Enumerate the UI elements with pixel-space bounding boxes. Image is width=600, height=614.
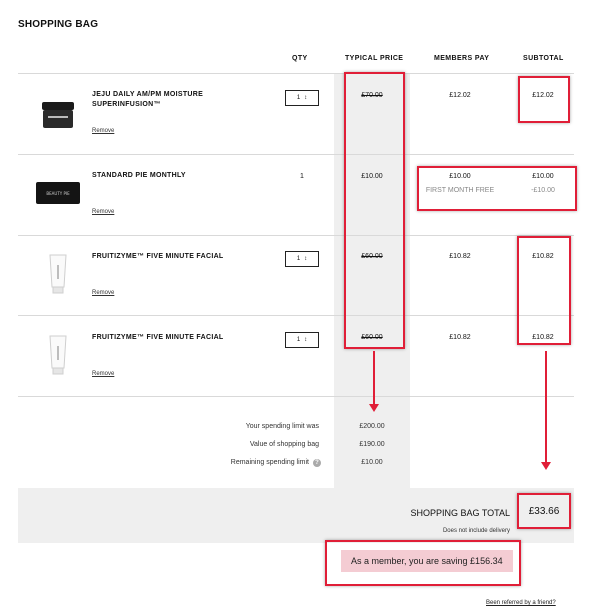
remove-link[interactable]: Remove	[92, 290, 114, 296]
divider	[18, 154, 574, 155]
stepper-arrows-icon: ↕	[304, 95, 308, 101]
info-icon[interactable]: ?	[313, 459, 321, 467]
remaining-limit-value: £10.00	[361, 459, 383, 466]
divider	[18, 315, 574, 316]
arrow-head-icon	[541, 462, 551, 470]
col-members-pay-header: MEMBERS PAY	[434, 55, 490, 62]
referral-link[interactable]: Been referred by a friend?	[486, 600, 556, 606]
highlight-first-month	[417, 166, 577, 211]
divider	[18, 396, 574, 397]
delivery-note: Does not include delivery	[442, 528, 510, 534]
box-brand-text: BEAUTY PIE	[46, 191, 70, 196]
arrow-down-icon	[373, 351, 375, 406]
divider	[18, 235, 574, 236]
product-image-jar[interactable]	[36, 85, 80, 145]
stepper-arrows-icon: ↕	[304, 256, 308, 262]
bag-value: £190.00	[359, 441, 385, 448]
product-image-tube[interactable]	[36, 325, 80, 385]
quantity-stepper[interactable]: 1 ↕	[285, 332, 319, 348]
product-name[interactable]: JEJU DAILY AM/PM MOISTURE SUPERINFUSION™	[92, 90, 232, 110]
members-price: £10.82	[449, 253, 471, 260]
remove-link[interactable]: Remove	[92, 371, 114, 377]
divider	[18, 73, 574, 74]
qty-value: 1	[296, 337, 301, 343]
jar-image	[42, 102, 74, 128]
page-title: SHOPPING BAG	[18, 19, 99, 30]
box-image: BEAUTY PIE	[36, 182, 80, 204]
remaining-limit-label: Remaining spending limit	[230, 459, 309, 466]
bag-value-label: Value of shopping bag	[249, 441, 319, 448]
tube-image	[49, 335, 67, 375]
remove-link[interactable]: Remove	[92, 209, 114, 215]
spending-limit-label: Your spending limit was	[245, 423, 319, 430]
highlight-saving	[325, 540, 521, 586]
qty-value: 1	[296, 95, 301, 101]
highlight-subtotals	[517, 236, 571, 345]
highlight-subtotal-item1	[518, 76, 570, 123]
members-price: £10.82	[449, 334, 471, 341]
stepper-arrows-icon: ↕	[304, 337, 308, 343]
product-image-tube[interactable]	[36, 244, 80, 304]
spending-limit-value: £200.00	[359, 423, 385, 430]
highlight-typical-price	[344, 72, 405, 349]
product-name[interactable]: FRUITIZYME™ FIVE MINUTE FACIAL	[92, 333, 232, 343]
arrow-down-icon	[545, 351, 547, 463]
qty-value: 1	[296, 256, 301, 262]
col-subtotal-header: SUBTOTAL	[523, 55, 564, 62]
product-image-box[interactable]: BEAUTY PIE	[34, 163, 82, 223]
quantity-stepper[interactable]: 1 ↕	[285, 251, 319, 267]
bag-total-label: SHOPPING BAG TOTAL	[410, 508, 510, 518]
col-typical-price-header: TYPICAL PRICE	[345, 55, 404, 62]
product-name[interactable]: FRUITIZYME™ FIVE MINUTE FACIAL	[92, 252, 232, 262]
col-qty-header: QTY	[292, 55, 308, 62]
arrow-head-icon	[369, 404, 379, 412]
remove-link[interactable]: Remove	[92, 128, 114, 134]
tube-image	[49, 254, 67, 294]
members-price: £12.02	[449, 92, 471, 99]
product-name[interactable]: STANDARD PIE MONTHLY	[92, 171, 232, 181]
quantity-stepper[interactable]: 1 ↕	[285, 90, 319, 106]
highlight-total	[517, 493, 571, 529]
qty-value: 1	[300, 173, 304, 180]
